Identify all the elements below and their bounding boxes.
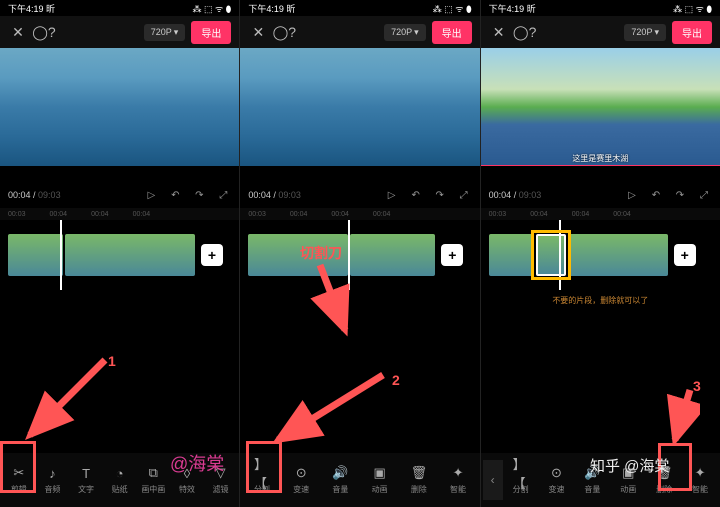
tool-cut[interactable]: ✂剪辑 <box>2 465 36 495</box>
redo-icon[interactable]: ↷ <box>191 187 207 203</box>
text-icon: T <box>78 465 94 481</box>
redo-icon[interactable]: ↷ <box>672 187 688 203</box>
video-preview[interactable] <box>240 48 479 166</box>
trash-icon: 🗑 <box>411 465 427 481</box>
help-icon[interactable]: ◯? <box>34 22 54 42</box>
tool-speed[interactable]: ⊙变速 <box>282 465 321 495</box>
fullscreen-icon[interactable]: ⤢ <box>696 187 712 203</box>
smart-icon: ✦ <box>450 465 466 481</box>
fullscreen-icon[interactable]: ⤢ <box>215 187 231 203</box>
close-icon[interactable]: ✕ <box>248 22 268 42</box>
fx-icon: ◊ <box>179 465 195 481</box>
playback-controls: 00:04 / 09:03 ▷ ↶ ↷ ⤢ <box>0 182 239 208</box>
panel-3: 下午4:19 昕 ⁂ ⬚ ᯤ ⬮ ✕ ◯? 720P ▾ 导出 这里是赛里木湖 … <box>480 0 720 507</box>
play-icon[interactable]: ▷ <box>143 187 159 203</box>
status-bar: 下午4:19 昕 ⁂ ⬚ ᯤ ⬮ <box>0 0 239 16</box>
top-bar: ✕ ◯? 720P ▾ 导出 <box>0 16 239 48</box>
resolution-button[interactable]: 720P ▾ <box>144 24 186 41</box>
tool-split[interactable]: 】【分割 <box>503 465 539 495</box>
resolution-button[interactable]: 720P ▾ <box>384 24 426 41</box>
resolution-button[interactable]: 720P ▾ <box>624 24 666 41</box>
smart-icon: ✦ <box>692 465 708 481</box>
tool-bar-clip: 】【分割 ⊙变速 🔊音量 ▣动画 🗑删除 ✦智能 <box>240 453 479 507</box>
vol-icon: 🔊 <box>332 465 348 481</box>
tool-volume[interactable]: 🔊音量 <box>574 465 610 495</box>
tool-smart[interactable]: ✦智能 <box>682 465 718 495</box>
trash-icon: 🗑 <box>656 465 672 481</box>
timeline[interactable]: + <box>240 220 479 290</box>
speed-icon: ⊙ <box>293 465 309 481</box>
redo-icon[interactable]: ↷ <box>432 187 448 203</box>
playback-controls: 00:04 / 09:03 ▷ ↶ ↷ ⤢ <box>240 182 479 208</box>
tool-audio[interactable]: ♪音频 <box>36 465 70 495</box>
timeline[interactable]: + <box>0 220 239 290</box>
tool-pip[interactable]: ⧉画中画 <box>137 465 171 495</box>
top-bar: ✕ ◯? 720P ▾ 导出 <box>481 16 720 48</box>
play-icon[interactable]: ▷ <box>384 187 400 203</box>
video-preview[interactable]: 这里是赛里木湖 <box>481 48 720 166</box>
anim-icon: ▣ <box>620 465 636 481</box>
panel-2: 下午4:19 昕 ⁂ ⬚ ᯤ ⬮ ✕ ◯? 720P ▾ 导出 00:04 / … <box>239 0 479 507</box>
status-bar: 下午4:19 昕 ⁂ ⬚ ᯤ ⬮ <box>481 0 720 16</box>
vol-icon: 🔊 <box>584 465 600 481</box>
undo-icon[interactable]: ↶ <box>167 187 183 203</box>
split-icon: 】【 <box>513 465 529 481</box>
add-clip-button[interactable]: + <box>441 244 463 266</box>
tool-filter[interactable]: ▽滤镜 <box>204 465 238 495</box>
tool-speed[interactable]: ⊙变速 <box>539 465 575 495</box>
clock-icon: ◔ <box>112 465 128 481</box>
pip-icon: ⧉ <box>145 465 161 481</box>
anim-icon: ▣ <box>372 465 388 481</box>
export-button[interactable]: 导出 <box>432 21 472 44</box>
tool-anim[interactable]: ▣动画 <box>360 465 399 495</box>
fullscreen-icon[interactable]: ⤢ <box>456 187 472 203</box>
timeline-ruler: 00:0300:0400:0400:04 <box>240 208 479 220</box>
play-icon[interactable]: ▷ <box>624 187 640 203</box>
hint-text: 不要的片段，删除就可以了 <box>481 290 720 310</box>
tool-bar-main: ✂剪辑 ♪音频 T文字 ◔贴纸 ⧉画中画 ◊特效 ▽滤镜 <box>0 453 239 507</box>
tool-delete[interactable]: 🗑删除 <box>646 465 682 495</box>
note-icon: ♪ <box>44 465 60 481</box>
status-bar: 下午4:19 昕 ⁂ ⬚ ᯤ ⬮ <box>240 0 479 16</box>
add-clip-button[interactable]: + <box>201 244 223 266</box>
help-icon[interactable]: ◯? <box>515 22 535 42</box>
subtitle-text: 这里是赛里木湖 <box>572 153 628 164</box>
split-icon: 】【 <box>254 465 270 481</box>
timeline-ruler: 00:0300:0400:0400:04 <box>0 208 239 220</box>
timeline[interactable]: + <box>481 220 720 290</box>
tool-smart[interactable]: ✦智能 <box>438 465 477 495</box>
tool-volume[interactable]: 🔊音量 <box>321 465 360 495</box>
add-clip-button[interactable]: + <box>674 244 696 266</box>
tool-bar-clip: ‹ 】【分割 ⊙变速 🔊音量 ▣动画 🗑删除 ✦智能 <box>481 453 720 507</box>
scissors-icon: ✂ <box>11 465 27 481</box>
tool-anim[interactable]: ▣动画 <box>610 465 646 495</box>
timeline-ruler: 00:0300:0400:0400:04 <box>481 208 720 220</box>
export-button[interactable]: 导出 <box>672 21 712 44</box>
filter-icon: ▽ <box>213 465 229 481</box>
export-button[interactable]: 导出 <box>191 21 231 44</box>
tool-effect[interactable]: ◊特效 <box>170 465 204 495</box>
top-bar: ✕ ◯? 720P ▾ 导出 <box>240 16 479 48</box>
video-preview[interactable] <box>0 48 239 166</box>
tool-split[interactable]: 】【分割 <box>242 465 281 495</box>
tool-sticker[interactable]: ◔贴纸 <box>103 465 137 495</box>
tool-delete[interactable]: 🗑删除 <box>399 465 438 495</box>
speed-icon: ⊙ <box>548 465 564 481</box>
back-button[interactable]: ‹ <box>483 460 503 500</box>
playback-controls: 00:04 / 09:03 ▷ ↶ ↷ ⤢ <box>481 182 720 208</box>
undo-icon[interactable]: ↶ <box>648 187 664 203</box>
undo-icon[interactable]: ↶ <box>408 187 424 203</box>
tool-text[interactable]: T文字 <box>69 465 103 495</box>
help-icon[interactable]: ◯? <box>274 22 294 42</box>
close-icon[interactable]: ✕ <box>489 22 509 42</box>
close-icon[interactable]: ✕ <box>8 22 28 42</box>
panel-1: 下午4:19 昕 ⁂ ⬚ ᯤ ⬮ ✕ ◯? 720P ▾ 导出 00:04 / … <box>0 0 239 507</box>
